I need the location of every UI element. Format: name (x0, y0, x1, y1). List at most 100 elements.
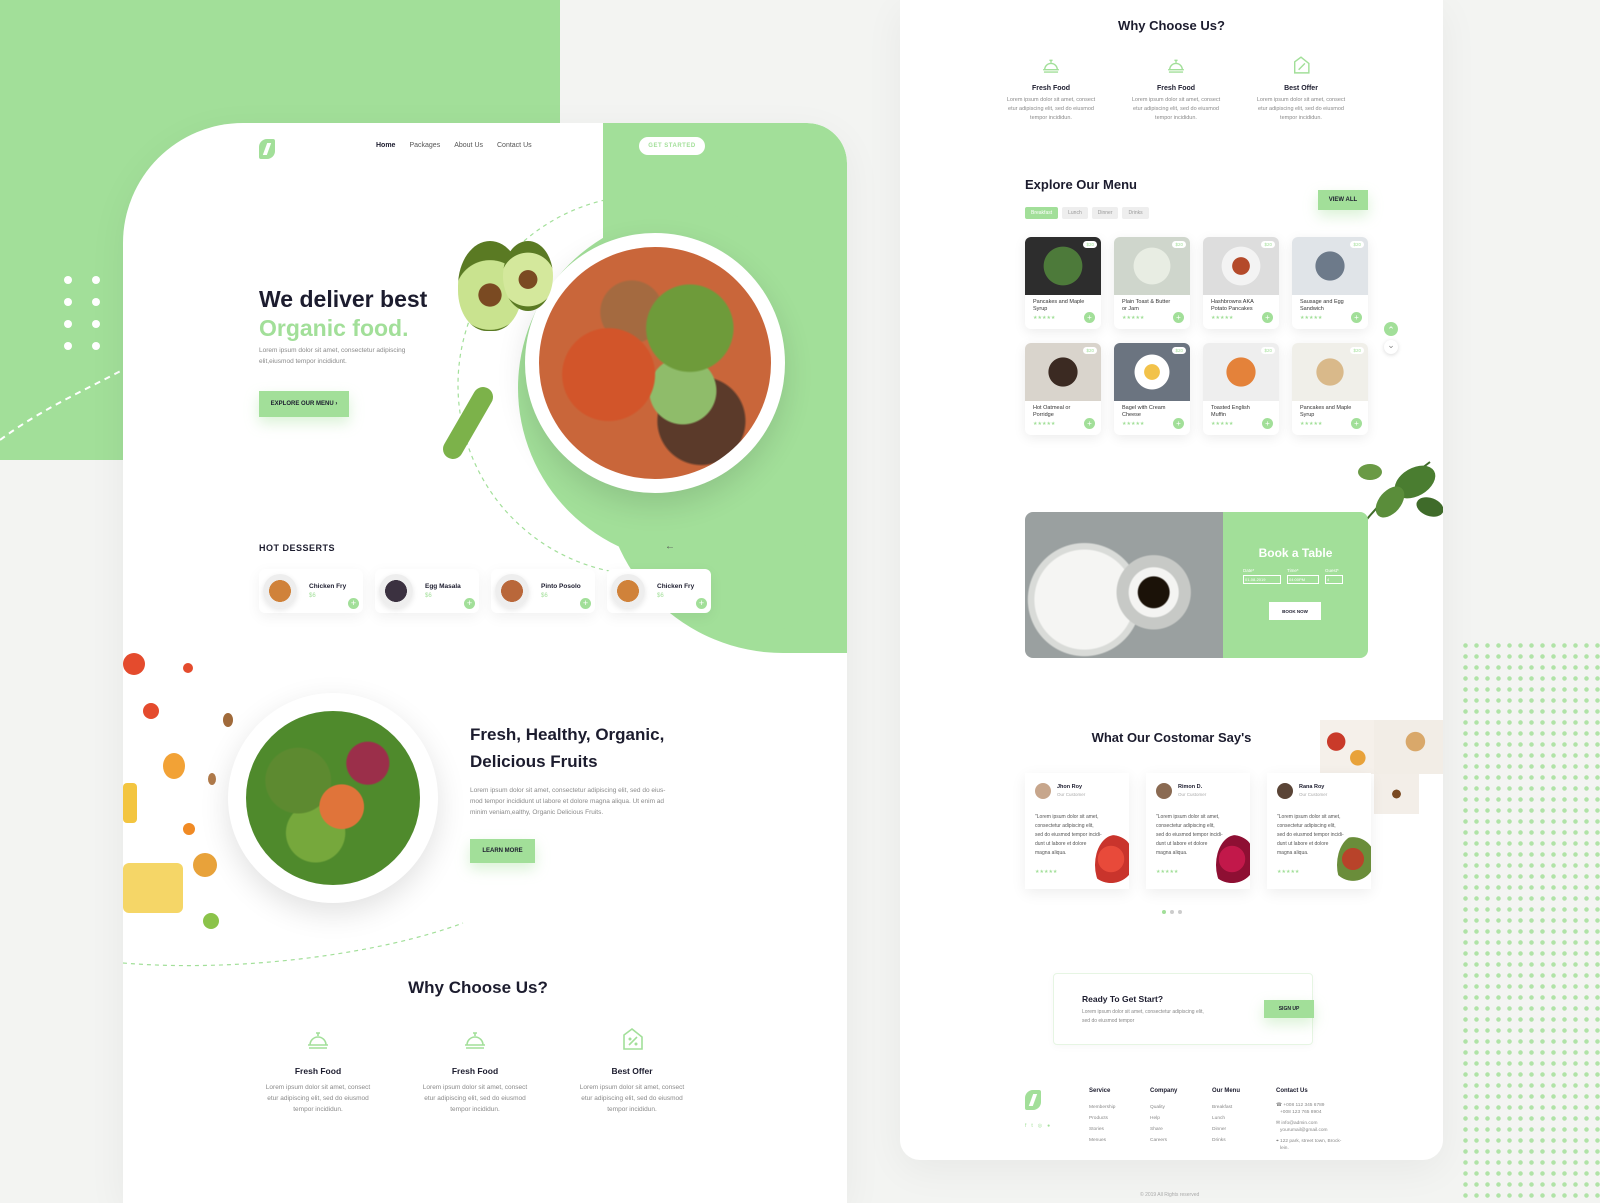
guest-select[interactable]: 4 (1325, 575, 1343, 584)
dessert-price: $6 (657, 593, 664, 599)
hero-food-bowl-image (525, 233, 785, 493)
fruit-decoration-image (1095, 835, 1129, 889)
add-icon[interactable]: + (1173, 418, 1184, 429)
reviewer-role: Our Customer (1057, 792, 1086, 797)
dessert-name: Pinto Posolo (541, 583, 581, 590)
phone-icon: ☎ (1276, 1103, 1282, 1108)
menu-item-name: Pancakes and Maple Syrup (1033, 299, 1085, 312)
menu-card[interactable]: $20 Hot Oatmeal or Porridge ★★★★★ + (1025, 343, 1101, 435)
why-features: Fresh Food Lorem ipsum dolor sit amet, c… (996, 54, 1356, 123)
add-icon[interactable]: + (464, 598, 475, 609)
menu-card[interactable]: $20 Hashbrowns AKA Potato Pancakes ★★★★★ + (1203, 237, 1279, 329)
add-icon[interactable]: + (1262, 312, 1273, 323)
scroll-down-icon[interactable]: ⌄ (1384, 340, 1398, 354)
food-cloche-icon (1043, 59, 1059, 73)
menu-card[interactable]: $20 Plain Toast & Butter or Jam ★★★★★ + (1114, 237, 1190, 329)
footer-link[interactable]: Products (1089, 1113, 1115, 1124)
feature-title: Best Offer (1284, 85, 1318, 92)
add-icon[interactable]: + (696, 598, 707, 609)
add-icon[interactable]: + (348, 598, 359, 609)
footer-link[interactable]: Menues (1089, 1135, 1115, 1146)
food-cloche-icon (465, 1032, 485, 1049)
testimonial-card: Rana Roy Our Customer "Lorem ipsum dolor… (1267, 773, 1371, 889)
footer-link[interactable]: Breakfast (1212, 1102, 1240, 1113)
feature-title: Fresh Food (451, 1066, 499, 1076)
add-icon[interactable]: + (580, 598, 591, 609)
explore-menu-button[interactable]: EXPLORE OUR MENU › (259, 391, 349, 417)
dessert-name: Chicken Fry (657, 583, 695, 590)
nav-home[interactable]: Home (376, 142, 395, 149)
desserts-list: Chicken Fry $6 + Egg Masala $6 + Pinto Pos… (259, 569, 711, 613)
landing-page-top: Home Packages About Us Contact Us GET ST… (123, 123, 847, 1203)
dribbble-icon[interactable]: ● (1047, 1123, 1050, 1129)
signup-cta-box: Ready To Get Start? Lorem ipsum dolor si… (1053, 973, 1314, 1045)
fruits-heading: Fresh, Healthy, Organic, Delicious Fruits (470, 725, 665, 771)
add-icon[interactable]: + (1351, 312, 1362, 323)
learn-more-button[interactable]: LEARN MORE (470, 839, 535, 863)
nav-packages[interactable]: Packages (409, 142, 440, 149)
menu-item-name: Plain Toast & Butter or Jam (1122, 299, 1171, 312)
discount-tag-icon (1294, 56, 1310, 74)
footer-link[interactable]: Dinner (1212, 1124, 1240, 1135)
get-started-button[interactable]: GET STARTED (637, 135, 707, 157)
carousel-dots[interactable] (1162, 910, 1182, 914)
footer-link[interactable]: Share (1150, 1124, 1177, 1135)
background-dots (64, 276, 120, 350)
guest-label: Guest* (1325, 568, 1339, 573)
dessert-price: $6 (425, 593, 432, 599)
footer-logo[interactable] (1025, 1090, 1041, 1110)
scroll-up-icon[interactable]: ⌃ (1384, 322, 1398, 336)
add-icon[interactable]: + (1173, 312, 1184, 323)
dessert-card[interactable]: Pinto Posolo $6 + (491, 569, 595, 613)
twitter-icon[interactable]: t (1031, 1123, 1032, 1129)
arrow-left-icon[interactable]: ← (665, 541, 675, 552)
menu-card[interactable]: $20 Bagel with Cream Cheese ★★★★★ + (1114, 343, 1190, 435)
menu-card[interactable]: $20 Pancakes and Maple Syrup ★★★★★ + (1025, 237, 1101, 329)
date-select[interactable]: 01-08-2019 (1243, 575, 1281, 584)
mail-icon: ✉ (1276, 1121, 1281, 1126)
footer-link[interactable]: Quality (1150, 1102, 1177, 1113)
nav-about-us[interactable]: About Us (454, 142, 483, 149)
feature-description: Lorem ipsum dolor sit amet, consect etur … (265, 1084, 371, 1113)
rating-stars: ★★★★★ (1277, 869, 1300, 875)
footer-link[interactable]: Careers (1150, 1135, 1177, 1146)
book-now-button[interactable]: BOOK NOW (1269, 602, 1321, 620)
tab-breakfast[interactable]: Breakfast (1025, 207, 1059, 219)
add-icon[interactable]: + (1084, 312, 1095, 323)
dessert-card[interactable]: Egg Masala $6 + (375, 569, 479, 613)
footer-col-contact: Contact Us ☎ +008 112 345 6789 +008 123 … (1276, 1088, 1341, 1152)
view-all-button[interactable]: VIEW ALL (1318, 190, 1368, 210)
footer-link[interactable]: Drinks (1212, 1135, 1240, 1146)
sign-up-button[interactable]: SIGN UP (1264, 1000, 1314, 1018)
feature-item: Fresh Food Lorem ipsum dolor sit amet, c… (410, 1025, 540, 1115)
tab-lunch[interactable]: Lunch (1062, 207, 1088, 219)
cta-description: Lorem ipsum dolor sit amet, consectetur … (1082, 1009, 1204, 1024)
footer-link[interactable]: Lunch (1212, 1113, 1240, 1124)
menu-title: Explore Our Menu (1025, 177, 1137, 192)
scattered-fruits-image (123, 643, 243, 943)
footer-link[interactable]: Stories (1089, 1124, 1115, 1135)
menu-card[interactable]: $20 Toasted English Muffin ★★★★★ + (1203, 343, 1279, 435)
instagram-icon[interactable]: ◎ (1038, 1123, 1042, 1129)
facebook-icon[interactable]: f (1025, 1123, 1026, 1129)
fruit-decoration-image (1216, 835, 1250, 889)
dessert-card[interactable]: Chicken Fry $6 + (607, 569, 711, 613)
feature-item: Fresh Food Lorem ipsum dolor sit amet, c… (1121, 54, 1231, 123)
feature-title: Fresh Food (294, 1066, 342, 1076)
brand-logo[interactable] (259, 139, 275, 159)
add-icon[interactable]: + (1351, 418, 1362, 429)
dessert-image (263, 574, 297, 608)
footer-link[interactable]: Membership (1089, 1102, 1115, 1113)
menu-card[interactable]: $20 Sausage and Egg Sandwich ★★★★★ + (1292, 237, 1368, 329)
add-icon[interactable]: + (1084, 418, 1095, 429)
menu-card[interactable]: $20 Pancakes and Maple Syrup ★★★★★ + (1292, 343, 1368, 435)
tab-drinks[interactable]: Drinks (1122, 207, 1149, 219)
add-icon[interactable]: + (1262, 418, 1273, 429)
tab-dinner[interactable]: Dinner (1091, 207, 1119, 219)
footer-link[interactable]: Help (1150, 1113, 1177, 1124)
dessert-card[interactable]: Chicken Fry $6 + (259, 569, 363, 613)
nav-contact-us[interactable]: Contact Us (497, 142, 532, 149)
price-badge: $20 (1261, 347, 1275, 354)
arrow-right-icon[interactable]: → (683, 541, 693, 552)
time-select[interactable]: 04:00PM (1287, 575, 1319, 584)
